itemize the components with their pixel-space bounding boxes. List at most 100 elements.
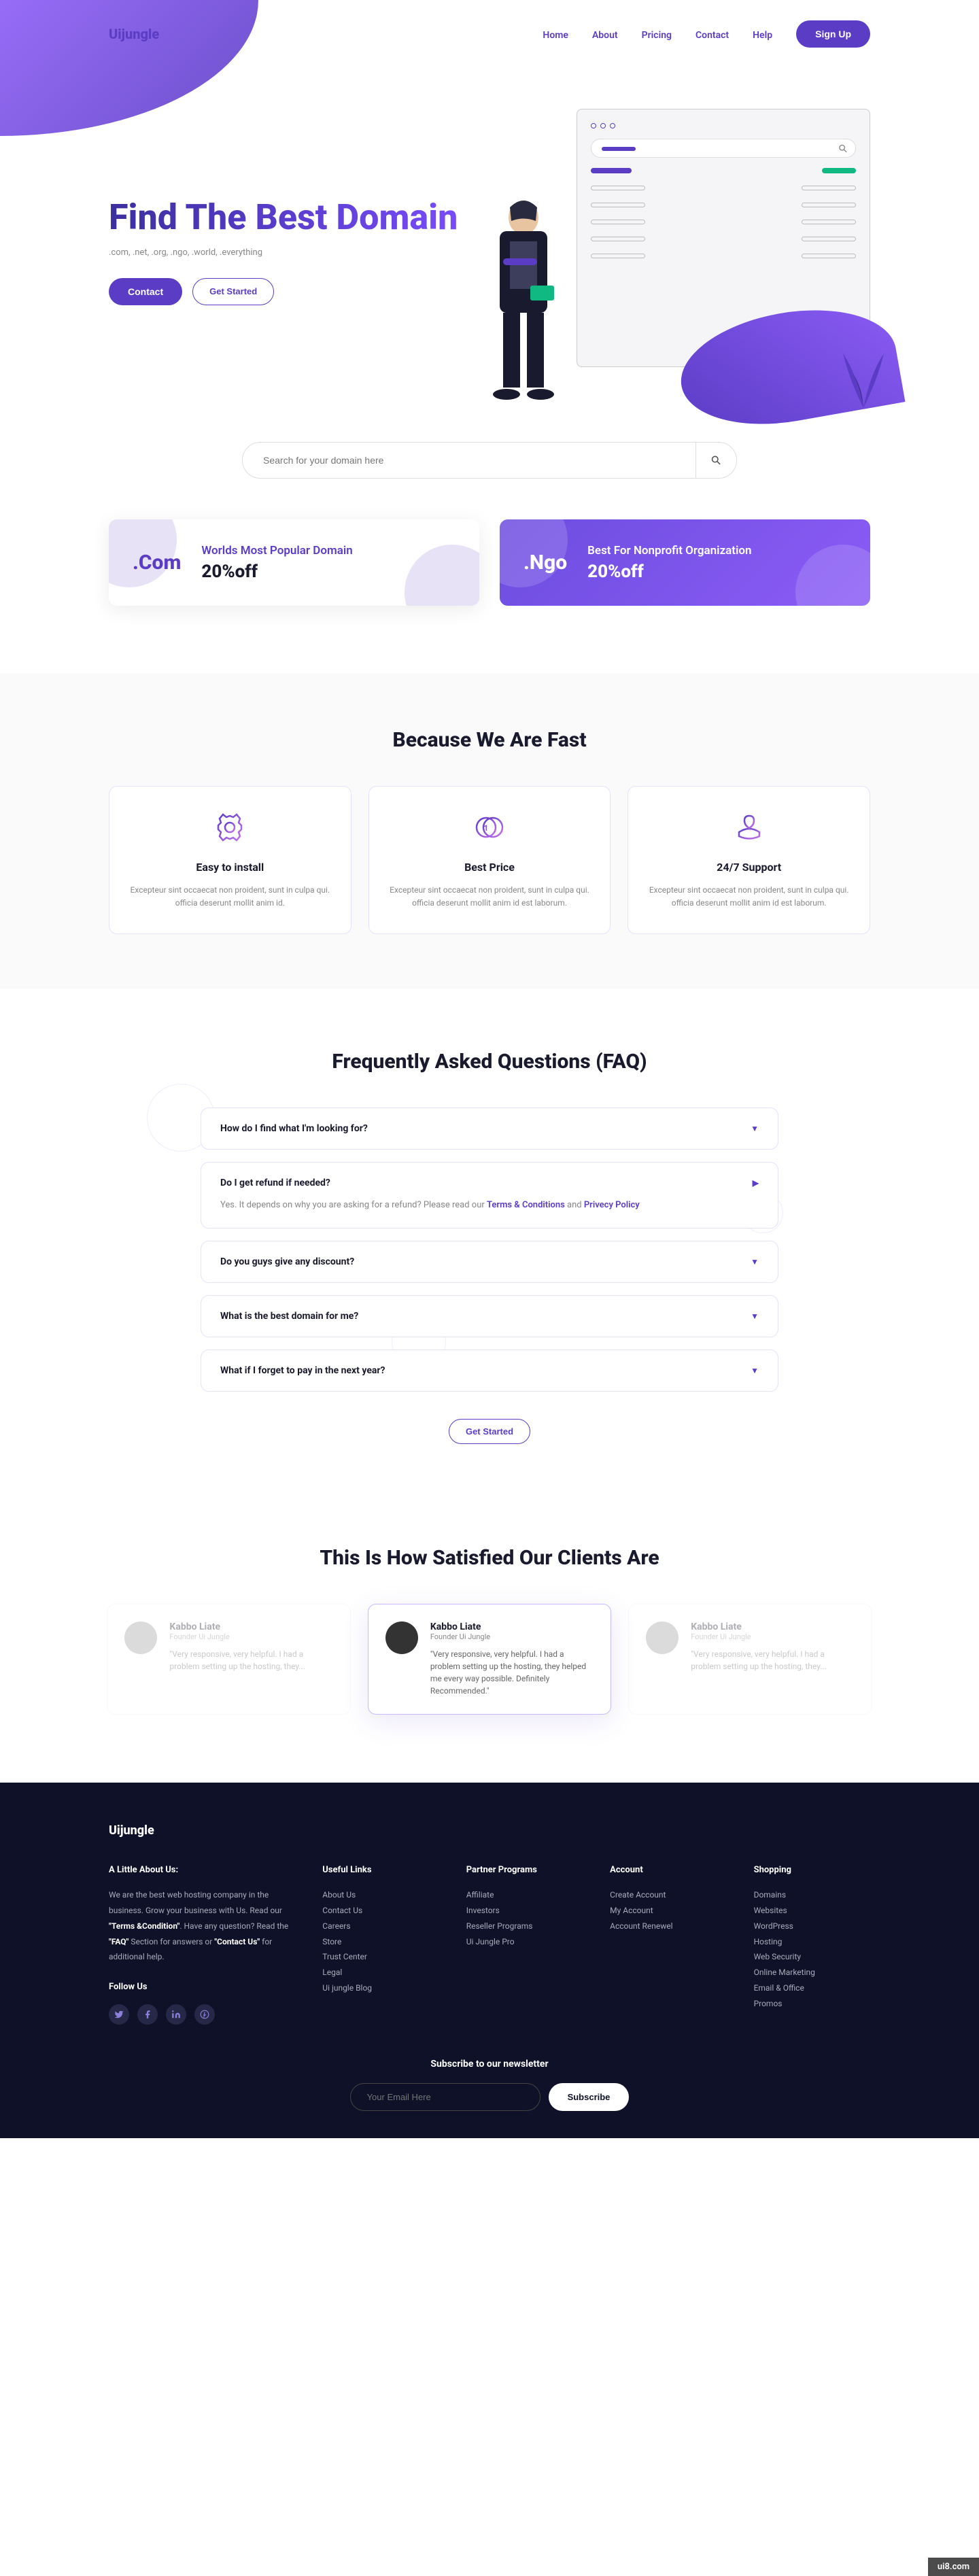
twitter-icon[interactable]	[109, 2004, 129, 2025]
testimonial-role: Founder Ui Jungle	[169, 1632, 332, 1641]
footer-link[interactable]: Legal	[322, 1965, 439, 1980]
footer-link[interactable]: Email & Office	[754, 1980, 870, 1996]
testimonial-name: Kabbo Liate	[169, 1621, 332, 1632]
faq-get-started-button[interactable]: Get Started	[449, 1419, 530, 1444]
chevron-down-icon: ▼	[751, 1257, 759, 1267]
footer-logo[interactable]: Uijungle	[109, 1823, 870, 1838]
footer-link[interactable]: Reseller Programs	[466, 1919, 583, 1934]
footer-link[interactable]: About Us	[322, 1887, 439, 1903]
footer-link[interactable]: Store	[322, 1934, 439, 1950]
promo-title: Best For Nonprofit Organization	[587, 543, 751, 558]
promo-card-ngo[interactable]: .Ngo Best For Nonprofit Organization 20%…	[500, 519, 870, 606]
footer-partner: Partner Programs AffiliateInvestorsResel…	[466, 1865, 583, 2025]
logo[interactable]: Uijungle	[109, 26, 159, 42]
subscribe-button[interactable]: Subscribe	[549, 2083, 630, 2111]
faq-question: What is the best domain for me?	[220, 1311, 358, 1322]
promo-discount: 20%off	[587, 562, 751, 582]
nav-about[interactable]: About	[592, 30, 618, 41]
chevron-right-icon: ▶	[753, 1178, 759, 1188]
faq-item[interactable]: What if I forget to pay in the next year…	[201, 1350, 778, 1392]
testimonial-quote: "Very responsive, very helpful. I had a …	[169, 1648, 332, 1672]
footer-link[interactable]: Ui Jungle Pro	[466, 1934, 583, 1950]
footer-about: A Little About Us: We are the best web h…	[109, 1865, 295, 2025]
testimonial-role: Founder Ui Jungle	[430, 1632, 594, 1641]
feature-title: 24/7 Support	[645, 861, 853, 874]
pinterest-icon[interactable]	[194, 2004, 215, 2025]
linkedin-icon[interactable]	[166, 2004, 186, 2025]
promo-discount: 20%off	[201, 562, 352, 582]
gear-icon	[213, 810, 247, 844]
promo-card-com[interactable]: .Com Worlds Most Popular Domain 20%off	[109, 519, 479, 606]
footer-account: Account Create AccountMy AccountAccount …	[610, 1865, 726, 2025]
testimonials-title: This Is How Satisfied Our Clients Are	[109, 1546, 870, 1570]
faq-item[interactable]: What is the best domain for me? ▼	[201, 1295, 778, 1337]
footer-useful-links: Useful Links About UsContact UsCareersSt…	[322, 1865, 439, 2025]
footer-link[interactable]: Online Marketing	[754, 1965, 870, 1980]
get-started-button[interactable]: Get Started	[192, 278, 274, 305]
terms-link[interactable]: Terms & Conditions	[487, 1200, 565, 1210]
main-nav: Home About Pricing Contact Help Sign Up	[543, 20, 870, 48]
signup-button[interactable]: Sign Up	[796, 20, 870, 48]
nav-home[interactable]: Home	[543, 30, 568, 41]
footer-link[interactable]: Domains	[754, 1887, 870, 1903]
faq-question: How do I find what I'm looking for?	[220, 1123, 368, 1134]
faq-question: What if I forget to pay in the next year…	[220, 1365, 385, 1376]
nav-pricing[interactable]: Pricing	[642, 30, 672, 41]
footer-link[interactable]: Contact Us	[322, 1903, 439, 1919]
coins-icon: 1	[473, 810, 506, 844]
testimonial-name: Kabbo Liate	[691, 1621, 854, 1632]
footer-link[interactable]: Promos	[754, 1996, 870, 2012]
footer-link[interactable]: My Account	[610, 1903, 726, 1919]
footer-link[interactable]: Trust Center	[322, 1949, 439, 1965]
testimonial-card[interactable]: Kabbo Liate Founder Ui Jungle "Very resp…	[368, 1604, 611, 1715]
footer-shopping: Shopping DomainsWebsitesWordPressHosting…	[754, 1865, 870, 2025]
feature-desc: Excepteur sint occaecat non proident, su…	[386, 884, 594, 910]
newsletter-input[interactable]	[350, 2083, 540, 2111]
testimonial-card[interactable]: Kabbo Liate Founder Ui Jungle "Very resp…	[628, 1604, 872, 1715]
hero-illustration	[503, 109, 870, 394]
faq-title: Frequently Asked Questions (FAQ)	[109, 1050, 870, 1074]
footer-link[interactable]: Hosting	[754, 1934, 870, 1950]
footer-link[interactable]: Account Renewel	[610, 1919, 726, 1934]
faq-item[interactable]: How do I find what I'm looking for? ▼	[201, 1107, 778, 1150]
chevron-down-icon: ▼	[751, 1124, 759, 1133]
footer-about-title: A Little About Us:	[109, 1865, 295, 1875]
testimonial-quote: "Very responsive, very helpful. I had a …	[430, 1648, 594, 1697]
footer-link[interactable]: Ui jungle Blog	[322, 1980, 439, 1996]
feature-card: 1 Best Price Excepteur sint occaecat non…	[368, 786, 611, 934]
plant-illustration	[836, 340, 891, 408]
footer-link[interactable]: Websites	[754, 1903, 870, 1919]
chevron-down-icon: ▼	[751, 1366, 759, 1375]
footer-link[interactable]: WordPress	[754, 1919, 870, 1934]
faq-answer: Yes. It depends on why you are asking fo…	[220, 1199, 759, 1213]
follow-title: Follow Us	[109, 1982, 295, 1992]
footer-link[interactable]: Careers	[322, 1919, 439, 1934]
feature-card: 24/7 Support Excepteur sint occaecat non…	[628, 786, 870, 934]
avatar	[124, 1621, 157, 1654]
chevron-down-icon: ▼	[751, 1311, 759, 1321]
support-icon	[732, 810, 766, 844]
contact-button[interactable]: Contact	[109, 278, 182, 305]
features-title: Because We Are Fast	[109, 728, 870, 752]
footer-link[interactable]: Affiliate	[466, 1887, 583, 1903]
avatar	[385, 1621, 418, 1654]
faq-item[interactable]: Do you guys give any discount?▼	[201, 1241, 778, 1283]
footer-link[interactable]: Create Account	[610, 1887, 726, 1903]
nav-help[interactable]: Help	[753, 30, 772, 41]
facebook-icon[interactable]	[137, 2004, 158, 2025]
nav-contact[interactable]: Contact	[695, 30, 729, 41]
footer-link[interactable]: Web Security	[754, 1949, 870, 1965]
testimonial-role: Founder Ui Jungle	[691, 1632, 854, 1641]
faq-question: Do I get refund if needed?	[220, 1178, 330, 1188]
person-illustration	[462, 184, 585, 415]
avatar	[646, 1621, 679, 1654]
testimonial-quote: "Very responsive, very helpful. I had a …	[691, 1648, 854, 1672]
promo-title: Worlds Most Popular Domain	[201, 543, 352, 558]
faq-item[interactable]: Do I get refund if needed? ▶ Yes. It depe…	[201, 1162, 778, 1229]
hero-title: Find The Best Domain	[109, 198, 476, 237]
watermark: ui8.com	[928, 2558, 979, 2576]
testimonial-card[interactable]: Kabbo Liate Founder Ui Jungle "Very resp…	[107, 1604, 350, 1715]
privacy-link[interactable]: Privecy Policy	[584, 1200, 640, 1210]
footer-link[interactable]: Investors	[466, 1903, 583, 1919]
feature-title: Best Price	[386, 861, 594, 874]
